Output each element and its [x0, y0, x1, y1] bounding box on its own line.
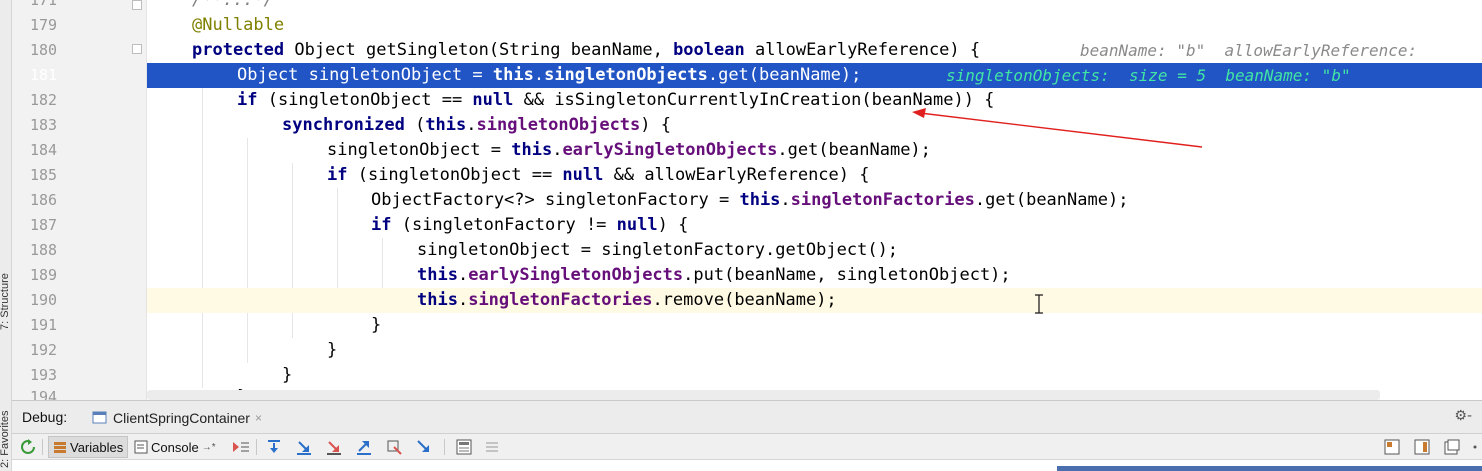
code-line-187[interactable]: if (singletonFactory != null) {	[147, 213, 1482, 238]
code-text: singletonObject = this.earlySingletonObj…	[327, 140, 931, 160]
code-text: ObjectFactory<?> singletonFactory = this…	[371, 190, 1129, 210]
favorites-tool-tab[interactable]: 2: Favorites	[0, 411, 11, 468]
code-line-184[interactable]: singletonObject = this.earlySingletonObj…	[147, 138, 1482, 163]
code-line-171[interactable]: /**...*/	[147, 0, 1482, 13]
toolbar-separator	[444, 439, 445, 455]
debug-label: Debug:	[22, 409, 68, 425]
code-text: Object singletonObject = this.singletonO…	[237, 65, 862, 85]
line-number: 183	[30, 116, 58, 134]
selected-row-highlight	[1057, 466, 1482, 471]
code-line-188[interactable]: singletonObject = singletonFactory.getOb…	[147, 238, 1482, 263]
more-actions-icon[interactable]	[1470, 439, 1480, 455]
code-text: if (singletonObject == null && isSinglet…	[237, 90, 995, 110]
text-cursor-icon	[1035, 294, 1043, 314]
line-number: 181	[30, 66, 58, 84]
tab-console[interactable]: Console →*	[134, 436, 216, 458]
evaluate-expression-icon[interactable]	[456, 439, 472, 455]
tab-variables-label: Variables	[70, 439, 124, 455]
line-number: 190	[30, 291, 58, 309]
code-line-192[interactable]: }	[147, 338, 1482, 363]
code-text: if (singletonObject == null && allowEarl…	[327, 165, 870, 185]
code-line-185[interactable]: if (singletonObject == null && allowEarl…	[147, 163, 1482, 188]
restore-layout-icon[interactable]	[1384, 439, 1400, 455]
current-execution-line[interactable]: Object singletonObject = this.singletonO…	[147, 63, 1482, 88]
settings-gear-icon[interactable]: ⚙-	[1454, 408, 1472, 424]
code-editor[interactable]: /**...*/ @Nullable protected Object getS…	[147, 0, 1482, 400]
step-out-icon[interactable]	[356, 439, 372, 455]
line-number: 185	[30, 166, 58, 184]
code-line-183[interactable]: synchronized (this.singletonObjects) {	[147, 113, 1482, 138]
line-number: 171	[30, 0, 58, 9]
rerun-icon[interactable]	[20, 439, 36, 455]
line-number: 191	[30, 316, 58, 334]
line-number: 180	[30, 41, 58, 59]
toolbar-separator	[256, 439, 257, 455]
line-number: 182	[30, 91, 58, 109]
code-text: if (singletonFactory != null) {	[371, 215, 689, 235]
layout-settings-icon[interactable]	[1414, 439, 1430, 455]
annotation: @Nullable	[192, 15, 285, 35]
inline-debug-value: beanName: "b" allowEarlyReference:	[1080, 41, 1418, 60]
code-text: this.singletonFactories.remove(beanName)…	[417, 290, 837, 310]
code-text: }	[371, 315, 382, 335]
code-text: singletonObject = singletonFactory.getOb…	[417, 240, 899, 260]
left-tool-strip: 7: Structure 2: Favorites	[0, 0, 12, 471]
console-icon	[134, 440, 148, 454]
line-number: 188	[30, 241, 58, 259]
application-icon	[92, 411, 107, 424]
line-number: 192	[30, 341, 58, 359]
force-step-into-icon[interactable]	[326, 439, 342, 455]
code-text: this.earlySingletonObjects.put(beanName,…	[417, 265, 1011, 285]
line-number: 179	[30, 16, 58, 34]
code-text: protected Object getSingleton(String bea…	[192, 40, 981, 60]
code-line-190[interactable]: this.singletonFactories.remove(beanName)…	[147, 288, 1482, 313]
run-to-cursor-icon[interactable]	[416, 439, 432, 455]
toolbar-separator	[42, 439, 43, 455]
code-line-179[interactable]: @Nullable	[147, 13, 1482, 38]
structure-tool-tab[interactable]: 7: Structure	[0, 273, 11, 330]
folded-doc-comment[interactable]: /**...*/	[192, 0, 274, 13]
horizontal-scrollbar[interactable]	[147, 390, 1380, 400]
variables-icon	[54, 442, 66, 453]
code-text: synchronized (this.singletonObjects) {	[282, 115, 671, 135]
editor-gutter[interactable]: 171 179 180 181 182 183 184 185 186 187 …	[12, 0, 147, 406]
line-number: 184	[30, 141, 58, 159]
inline-debug-value: singletonObjects: size = 5 beanName: "b"	[946, 66, 1351, 85]
tab-console-label: Console	[151, 439, 199, 455]
close-icon[interactable]: ×	[255, 411, 262, 425]
console-pin-indicator: →*	[201, 441, 216, 453]
code-line-189[interactable]: this.earlySingletonObjects.put(beanName,…	[147, 263, 1482, 288]
code-line-180[interactable]: protected Object getSingleton(String bea…	[147, 38, 1482, 63]
line-number: 186	[30, 191, 58, 209]
code-line-186[interactable]: ObjectFactory<?> singletonFactory = this…	[147, 188, 1482, 213]
line-number: 189	[30, 266, 58, 284]
code-line-191[interactable]: }	[147, 313, 1482, 338]
fold-marker-icon[interactable]	[132, 44, 142, 54]
annotation-arrow	[912, 108, 1203, 148]
tab-variables[interactable]: Variables	[48, 436, 129, 458]
step-over-icon[interactable]	[266, 439, 282, 455]
step-into-icon[interactable]	[296, 439, 312, 455]
restore-tabs-icon[interactable]	[1444, 439, 1460, 455]
fold-marker-icon[interactable]	[132, 0, 142, 10]
debug-tool-window-header: Debug: ClientSpringContainer × ⚙-	[12, 400, 1482, 434]
drop-frame-icon[interactable]	[386, 439, 402, 455]
debug-toolbar: Variables Console →*	[12, 434, 1482, 460]
code-text: }	[327, 340, 338, 360]
line-number: 187	[30, 216, 58, 234]
trace-current-stream-icon[interactable]	[484, 439, 500, 455]
debug-content-area	[12, 460, 1482, 471]
debug-session-name: ClientSpringContainer	[113, 410, 250, 426]
code-line-182[interactable]: if (singletonObject == null && isSinglet…	[147, 88, 1482, 113]
debug-session-tab[interactable]: ClientSpringContainer ×	[86, 405, 268, 431]
show-execution-point-icon[interactable]	[232, 439, 250, 455]
